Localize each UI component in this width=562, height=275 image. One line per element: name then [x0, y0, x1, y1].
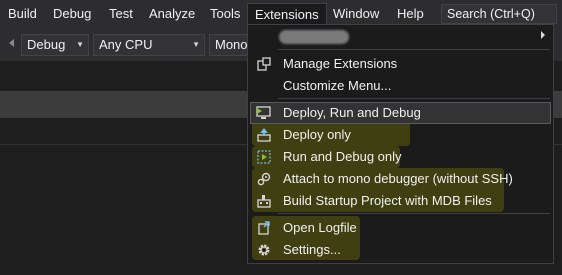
menu-item-deploy-run-debug[interactable]: Deploy, Run and Debug — [250, 102, 551, 124]
manage-extensions-icon — [256, 56, 272, 72]
monitor-run-icon — [256, 105, 272, 121]
menu-item-label: Build Startup Project with MDB Files — [283, 193, 492, 208]
menu-item-deploy-only[interactable]: Deploy only — [250, 124, 551, 146]
build-factory-icon — [256, 193, 272, 209]
menu-help[interactable]: Help — [389, 4, 432, 24]
blurred-submenu-item[interactable] — [250, 25, 551, 47]
menu-build[interactable]: Build — [0, 4, 45, 24]
menu-item-label: Open Logfile — [283, 220, 357, 235]
menu-item-manage-extensions[interactable]: Manage Extensions — [250, 53, 551, 75]
configuration-value: Debug — [27, 37, 66, 52]
chevron-down-icon: ▼ — [192, 40, 200, 49]
menu-item-label: Attach to mono debugger (without SSH) — [283, 171, 513, 186]
open-logfile-icon — [256, 220, 272, 236]
chevron-right-icon — [541, 31, 545, 39]
menu-test[interactable]: Test — [101, 4, 141, 24]
menu-window[interactable]: Window — [325, 4, 387, 24]
search-input[interactable]: Search (Ctrl+Q) — [441, 4, 557, 24]
deploy-upload-icon — [256, 127, 272, 143]
chevron-down-icon: ▼ — [76, 40, 84, 49]
menu-analyze[interactable]: Analyze — [141, 4, 203, 24]
menu-item-label: Deploy only — [283, 127, 351, 142]
menu-item-open-logfile[interactable]: Open Logfile — [250, 217, 551, 239]
menu-separator — [278, 98, 550, 99]
menu-item-customize-menu[interactable]: Customize Menu... — [250, 75, 551, 97]
menu-item-run-debug-only[interactable]: Run and Debug only — [250, 146, 551, 168]
menu-extensions[interactable]: Extensions — [247, 3, 327, 26]
menu-item-settings[interactable]: Settings... — [250, 239, 551, 261]
startup-project-value: Monol — [215, 37, 251, 52]
extensions-menu: Manage Extensions Customize Menu... Depl… — [247, 24, 554, 264]
platform-dropdown[interactable]: Any CPU ▼ — [93, 34, 205, 56]
menu-debug[interactable]: Debug — [45, 4, 99, 24]
menu-item-label: Manage Extensions — [283, 56, 398, 71]
gear-icon — [256, 242, 272, 258]
menu-separator — [278, 213, 550, 214]
menu-item-build-startup-mdb[interactable]: Build Startup Project with MDB Files — [250, 190, 551, 212]
platform-value: Any CPU — [99, 37, 153, 52]
run-debug-icon — [256, 149, 272, 165]
menu-separator — [278, 49, 550, 50]
menu-item-label: Deploy, Run and Debug — [283, 105, 421, 120]
menu-item-label: Settings... — [283, 242, 341, 257]
menu-tools[interactable]: Tools — [202, 4, 248, 24]
menu-item-label: Run and Debug only — [283, 149, 402, 164]
blurred-label — [279, 30, 349, 44]
toolbar-overflow-icon[interactable] — [9, 39, 14, 47]
menu-item-attach-mono-debugger[interactable]: Attach to mono debugger (without SSH) — [250, 168, 551, 190]
menu-item-label: Customize Menu... — [283, 78, 392, 93]
attach-debugger-icon — [256, 171, 272, 187]
configuration-dropdown[interactable]: Debug ▼ — [21, 34, 89, 56]
